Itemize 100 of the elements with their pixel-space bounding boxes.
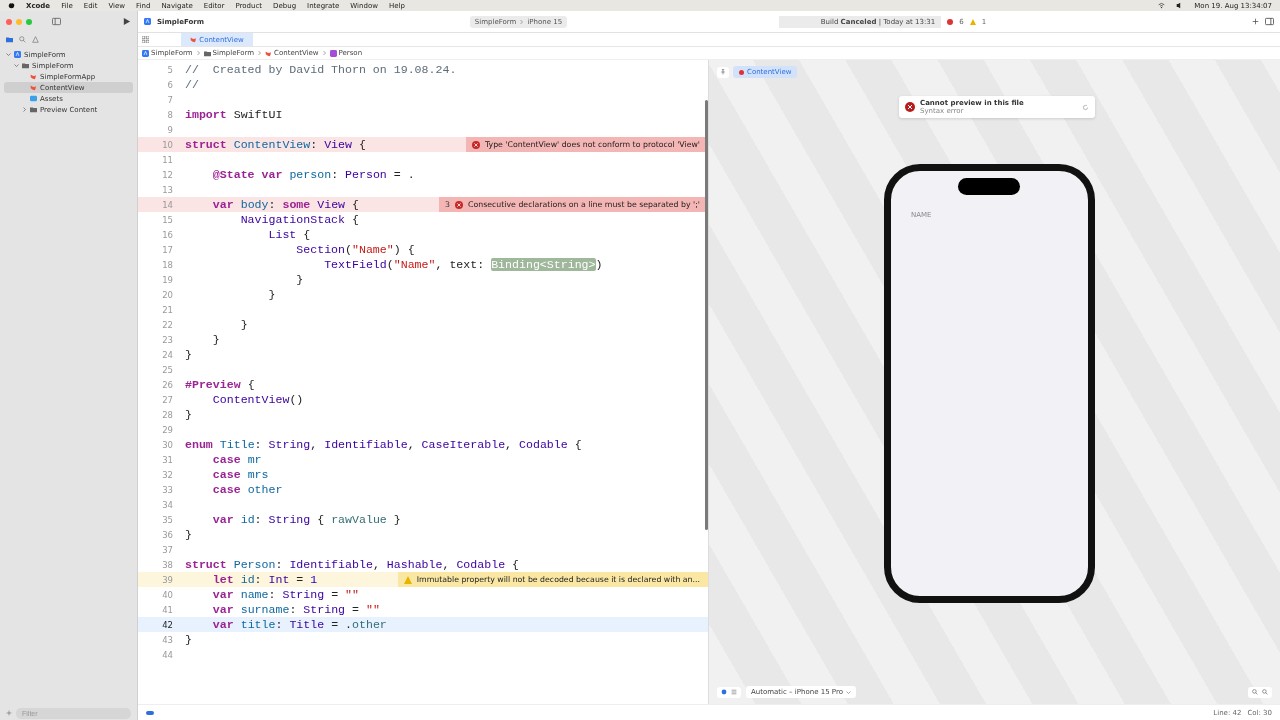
code-line: ContentView() (211, 393, 304, 406)
line-number: 11 (161, 154, 173, 165)
code-line: } (295, 273, 304, 286)
folder-icon (203, 49, 211, 57)
line-number: 38 (161, 559, 173, 570)
code-line: } (267, 288, 276, 301)
code-line: } (185, 633, 192, 646)
line-number: 44 (161, 649, 173, 660)
chevron-icon (845, 689, 851, 695)
line-number: 19 (161, 274, 173, 285)
line-number: 6 (166, 79, 173, 90)
folder-icon (22, 62, 29, 69)
line-number: 32 (161, 469, 173, 480)
zoom-buttons[interactable] (1248, 686, 1272, 698)
code-line: let id: Int = 1 (211, 573, 318, 586)
line-number: 28 (161, 409, 173, 420)
line-number: 20 (161, 289, 173, 300)
refresh-icon (1082, 103, 1089, 111)
line-number: 7 (166, 94, 173, 105)
line-number: 22 (161, 319, 173, 330)
line-number: 9 (166, 124, 173, 135)
line-number: 21 (161, 304, 173, 315)
line-number: 36 (161, 529, 173, 540)
line-number: 34 (161, 499, 173, 510)
line-number: 37 (161, 544, 173, 555)
warning-icon (32, 35, 39, 43)
zoom-out-icon (1252, 689, 1258, 695)
line-number: 18 (161, 259, 173, 270)
line-number: 16 (161, 229, 173, 240)
code-line: } (211, 333, 220, 346)
project-icon (14, 51, 21, 58)
chevron-icon (519, 18, 525, 25)
code-line: } (185, 408, 192, 421)
line-number: 39 (161, 574, 173, 585)
folder-icon (30, 106, 37, 113)
grid-icon (142, 36, 149, 43)
zoom-button[interactable] (26, 18, 32, 25)
progress-indicator (146, 710, 154, 715)
code-line: #Preview { (185, 378, 255, 391)
project-icon (144, 18, 151, 25)
wifi-icon (1158, 2, 1166, 9)
line-number: 15 (161, 214, 173, 225)
pin-icon (720, 69, 726, 75)
line-number: 40 (161, 589, 173, 600)
error-icon (472, 140, 480, 149)
swift-icon (190, 36, 198, 43)
minimize-button[interactable] (16, 18, 22, 25)
error-icon (455, 200, 464, 209)
line-number: 41 (161, 604, 173, 615)
error-icon (739, 69, 744, 75)
code-line: NavigationStack { (239, 213, 359, 226)
code-line: case mrs (211, 468, 269, 481)
line-number: 30 (161, 439, 173, 450)
code-line: var surname: String = "" (211, 603, 380, 616)
line-number: 29 (161, 424, 173, 435)
code-line: Section("Name") { (295, 243, 415, 256)
line-number: 8 (166, 109, 173, 120)
disclosure-icon (14, 63, 19, 68)
grid-icon (731, 689, 737, 695)
plus-icon (6, 710, 12, 716)
line-number: 42 (161, 619, 173, 630)
play-icon (122, 17, 131, 26)
code-line: var title: Title = .other (211, 618, 387, 631)
line-number: 26 (161, 379, 173, 390)
line-number: 35 (161, 514, 173, 525)
close-button[interactable] (6, 18, 12, 25)
zoom-in-icon (1262, 689, 1268, 695)
plus-icon (1252, 18, 1259, 25)
line-number: 10 (161, 139, 173, 150)
code-line: struct Person: Identifiable, Hashable, Codable { (185, 558, 519, 571)
line-number: 33 (161, 484, 173, 495)
struct-icon (329, 49, 337, 57)
line-number: 17 (161, 244, 173, 255)
live-icon (721, 689, 727, 695)
project-icon (142, 49, 149, 57)
chevron-icon (321, 50, 327, 56)
line-number: 12 (161, 169, 173, 180)
inspector-icon (1265, 17, 1274, 26)
error-icon (905, 102, 915, 112)
pin-button[interactable] (717, 66, 729, 78)
scroll-bar[interactable] (705, 100, 708, 530)
chevron-icon (195, 50, 201, 56)
line-number: 31 (161, 454, 173, 465)
code-line: var id: String { rawValue } (211, 513, 401, 526)
code-line: List { (267, 228, 311, 241)
line-number: 23 (161, 334, 173, 345)
line-number: 43 (161, 634, 173, 645)
line-number: 25 (161, 364, 173, 375)
code-line: // Created by David Thorn on 19.08.24. (185, 63, 457, 76)
preview-mode-buttons[interactable] (717, 686, 741, 698)
code-line: case mr (211, 453, 262, 466)
assets-icon (30, 95, 37, 102)
warning-icon (403, 575, 412, 584)
dynamic-island (958, 178, 1020, 195)
code-line: TextField("Name", text: Binding<String>) (323, 258, 603, 271)
line-number: 5 (166, 64, 173, 75)
code-line: var body: some View { (211, 198, 359, 211)
line-number: 14 (161, 199, 173, 210)
code-line: enum Title: String, Identifiable, CaseIterable, Codable { (185, 438, 582, 451)
disclosure-icon (22, 107, 27, 112)
